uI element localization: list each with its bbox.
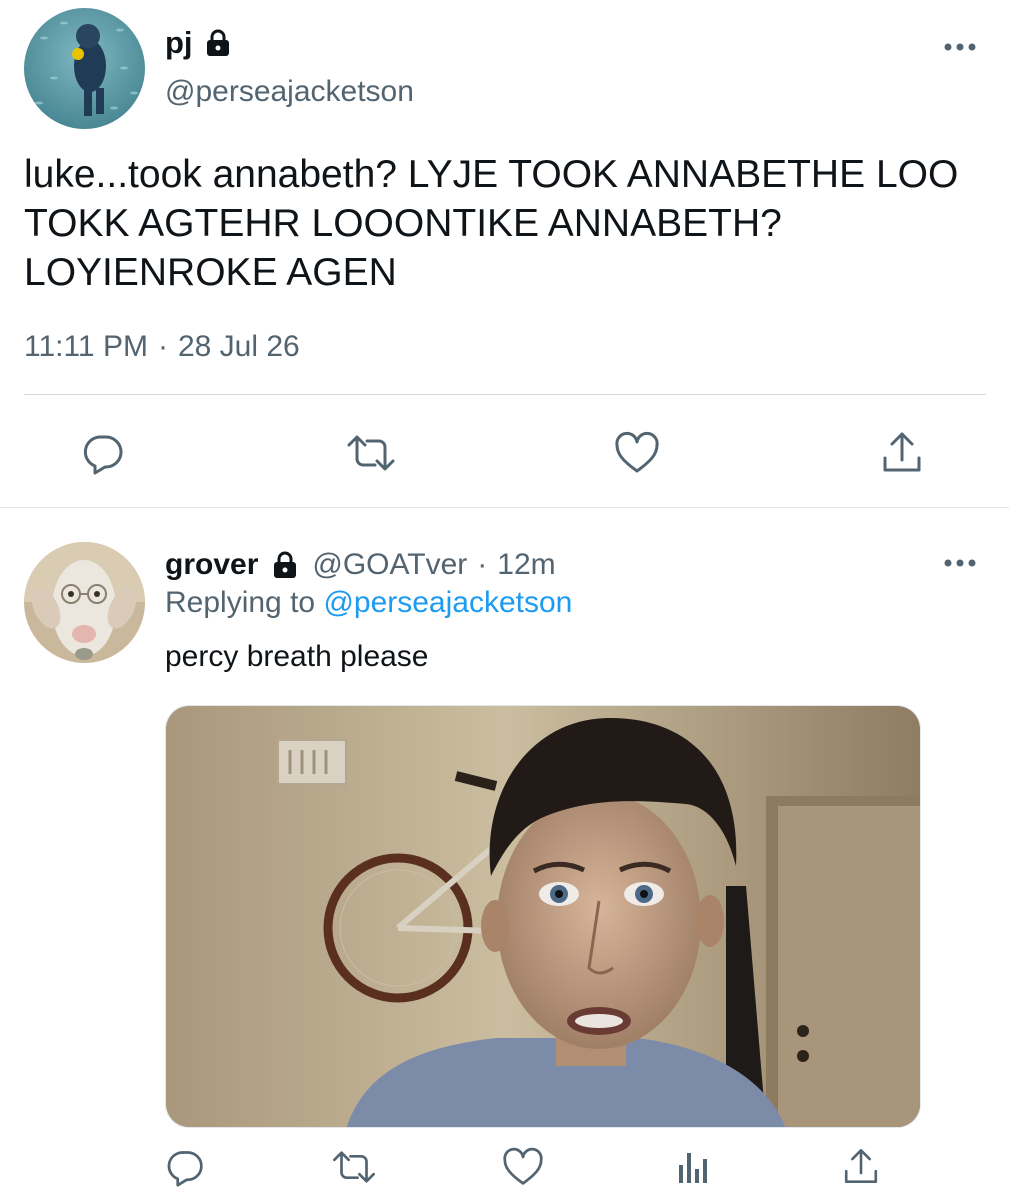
tweet-text: luke...took annabeth? LYJE TOOK ANNABETH… xyxy=(24,153,959,294)
main-tweet: pj @perseajacketson luke...took annabeth… xyxy=(0,0,1009,508)
author-row: pj xyxy=(165,26,233,60)
tweet-action-bar xyxy=(0,1142,1009,1192)
share-icon[interactable] xyxy=(840,1144,882,1188)
tweet-text: percy breath please xyxy=(165,640,429,673)
mention-link[interactable]: @perseajacketson xyxy=(323,586,572,619)
display-name[interactable]: pj xyxy=(165,26,193,60)
handle[interactable]: @perseajacketson xyxy=(165,74,414,110)
tweet-action-bar xyxy=(0,420,1009,482)
like-icon[interactable] xyxy=(613,430,661,476)
divider xyxy=(0,507,1009,508)
display-name[interactable]: grover xyxy=(165,546,258,584)
tweet-age[interactable]: 12m xyxy=(497,546,555,584)
retweet-icon[interactable] xyxy=(343,430,399,476)
avatar[interactable] xyxy=(24,8,145,129)
reply-author-row: grover @GOATver · 12m xyxy=(165,546,556,584)
replying-to-label: Replying to xyxy=(165,586,316,619)
divider xyxy=(24,394,986,395)
replying-to: Replying to @perseajacketson xyxy=(165,584,572,622)
tweet-thread-page: pj @perseajacketson luke...took annabeth… xyxy=(0,0,1009,1200)
timestamp[interactable]: 11:11 PM · 28 Jul 26 xyxy=(24,329,300,365)
lock-icon xyxy=(203,28,233,58)
timestamp-separator: · xyxy=(157,330,168,363)
more-options-icon[interactable] xyxy=(943,556,977,570)
reply-icon[interactable] xyxy=(164,1146,206,1188)
retweet-icon[interactable] xyxy=(328,1146,380,1188)
like-icon[interactable] xyxy=(500,1146,546,1188)
lock-icon xyxy=(270,550,300,580)
analytics-icon[interactable] xyxy=(672,1146,714,1188)
handle[interactable]: @GOATver xyxy=(312,546,467,584)
share-icon[interactable] xyxy=(879,428,925,476)
tweet-date: 28 Jul 26 xyxy=(177,330,300,363)
reply-icon[interactable] xyxy=(80,430,126,476)
tweet-media-image[interactable] xyxy=(165,705,921,1128)
avatar[interactable] xyxy=(24,542,145,663)
tweet-time: 11:11 PM xyxy=(24,330,148,363)
more-options-icon[interactable] xyxy=(943,40,977,54)
handle-separator: · xyxy=(477,548,488,581)
